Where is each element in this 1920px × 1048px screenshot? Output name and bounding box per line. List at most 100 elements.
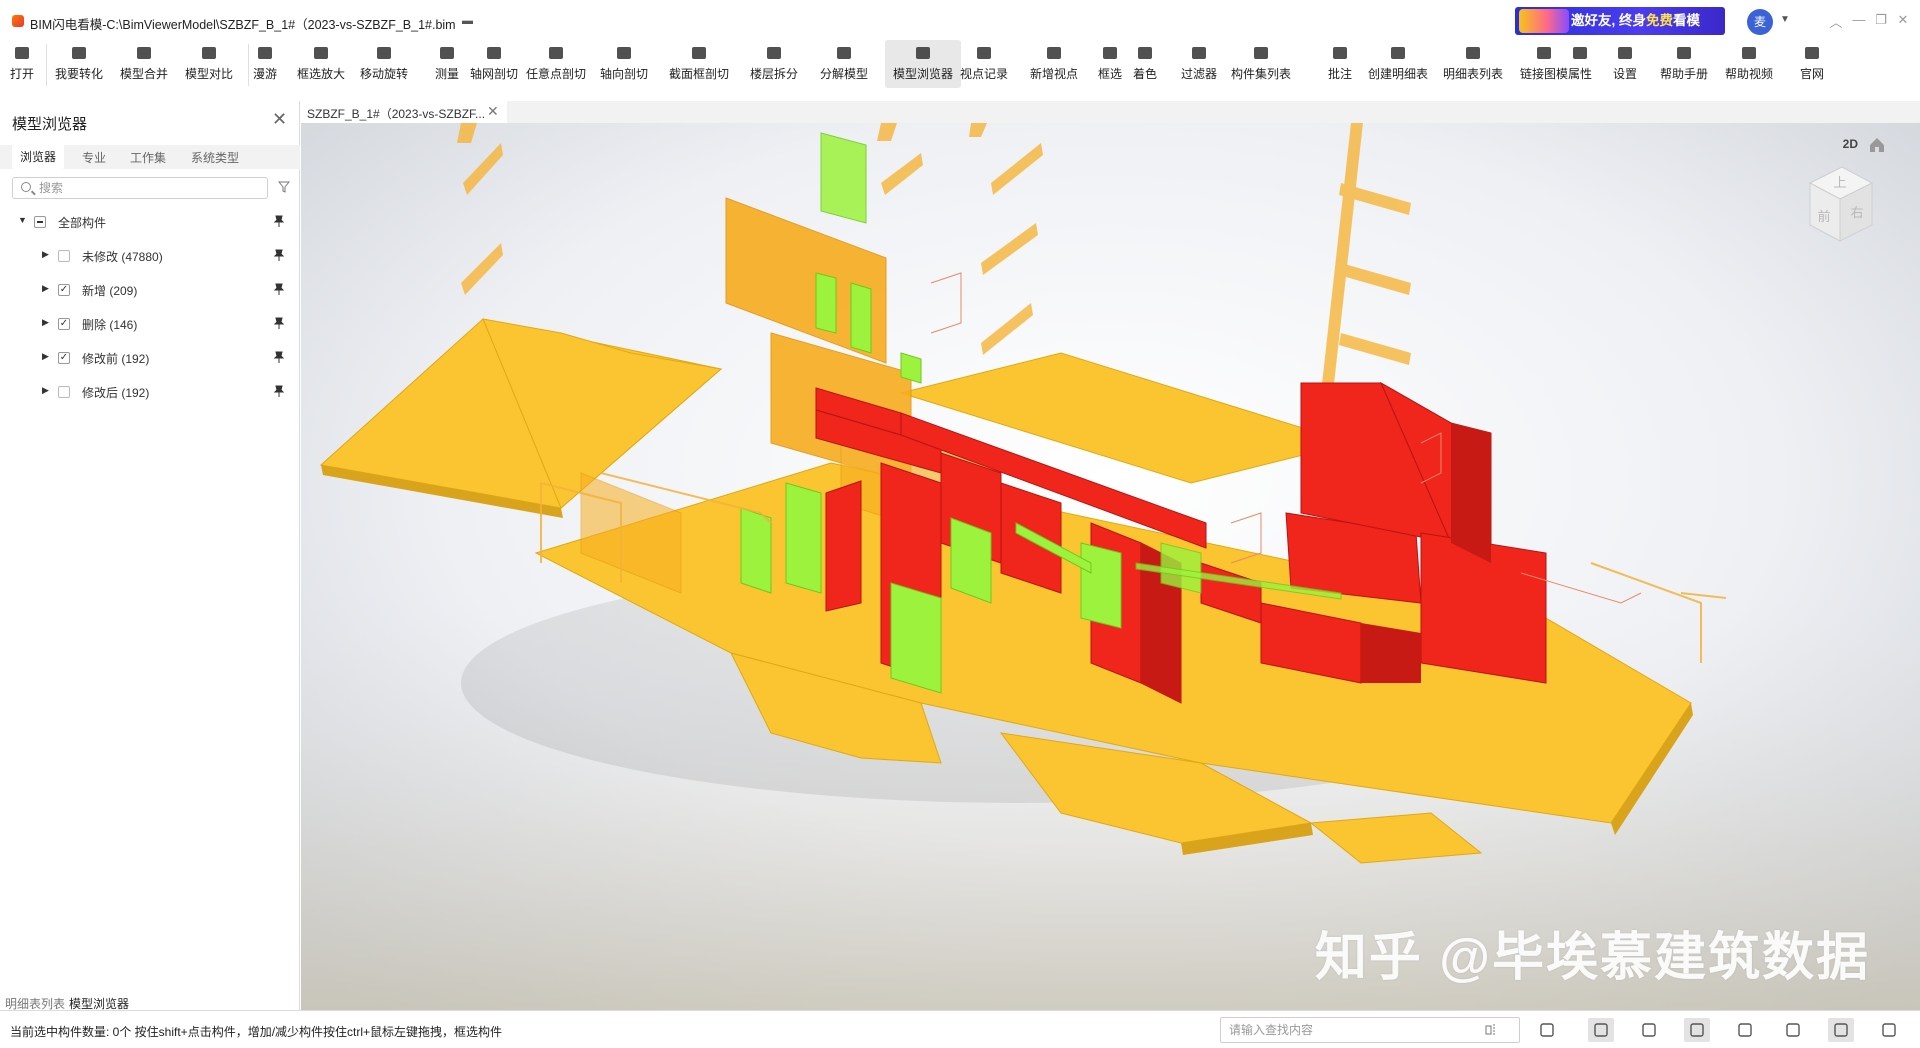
tree-row[interactable]: ▶ 删除 (146) (0, 313, 300, 335)
tree-row[interactable]: ▶ 新增 (209) (0, 279, 300, 301)
toolbar-button-23[interactable]: 明细表列表 (1440, 40, 1506, 88)
3d-viewport[interactable]: 2D 上 前 右 知乎 @毕埃慕建筑数据 (301, 123, 1920, 1010)
toolbar-button-0[interactable]: 打开 (0, 40, 44, 88)
tree-checkbox[interactable] (58, 318, 70, 330)
expand-right-icon[interactable]: ▶ (42, 317, 49, 328)
tree-checkbox[interactable] (34, 216, 46, 228)
pin-icon[interactable] (274, 215, 284, 227)
toolbar-button-1[interactable]: 我要转化 (50, 40, 108, 88)
toolbar-button-22[interactable]: 创建明细表 (1365, 40, 1431, 88)
fit-view-icon[interactable] (1588, 1018, 1614, 1042)
expand-right-icon[interactable]: ▶ (42, 283, 49, 294)
promo-banner[interactable]: 邀好友, 终身免费看模 (1515, 7, 1725, 35)
tab-system-types[interactable]: 系统类型 (191, 149, 239, 166)
pin-icon[interactable] (274, 351, 284, 363)
tree-row[interactable]: ▶ 修改前 (192) (0, 347, 300, 369)
info-icon (1573, 47, 1587, 59)
search-input[interactable] (39, 180, 259, 196)
minimize-icon[interactable]: — (1850, 12, 1868, 27)
save-icon[interactable]: ▬ (462, 15, 473, 27)
toolbar-button-26[interactable]: 设置 (1605, 40, 1645, 88)
avatar[interactable]: 麦 (1747, 9, 1773, 35)
toolbar-label: 帮助视频 (1724, 67, 1773, 81)
toolbar-button-7[interactable]: 测量 (425, 40, 469, 88)
tree-row[interactable]: ▶ 未修改 (47880) (0, 245, 300, 267)
restore-icon[interactable]: ❐ (1872, 12, 1890, 28)
tab-worksets[interactable]: 工作集 (130, 149, 166, 166)
filter-icon[interactable] (278, 181, 290, 193)
tree-row[interactable]: ▶ 修改后 (192) (0, 381, 300, 403)
cube-icon[interactable] (1876, 1018, 1902, 1042)
toolbar-button-28[interactable]: 帮助视频 (1720, 40, 1778, 88)
promo-prefix: 邀好友, 终身 (1571, 13, 1647, 28)
toolbar-button-8[interactable]: 轴网剖切 (465, 40, 523, 88)
expand-right-icon[interactable]: ▶ (42, 351, 49, 362)
toolbar-button-16[interactable]: 新增视点 (1025, 40, 1083, 88)
toolbar-button-17[interactable]: 框选 (1090, 40, 1130, 88)
annotate-icon (1333, 47, 1347, 59)
toolbar-button-29[interactable]: 官网 (1790, 40, 1834, 88)
toolbar-button-19[interactable]: 过滤器 (1170, 40, 1228, 88)
expand-right-icon[interactable]: ▶ (42, 249, 49, 260)
toolbar-button-12[interactable]: 楼层拆分 (745, 40, 803, 88)
grid-icon-glyph (1690, 1023, 1704, 1037)
tree-row[interactable]: ▼ 全部构件 (0, 211, 300, 233)
toolbar-button-10[interactable]: 轴向剖切 (595, 40, 653, 88)
chevron-down-icon[interactable]: ▼ (1780, 14, 1790, 25)
expand-down-icon[interactable]: ▼ (18, 215, 27, 225)
toolbar-button-13[interactable]: 分解模型 (815, 40, 873, 88)
toolbar-button-21[interactable]: 批注 (1320, 40, 1360, 88)
tree-checkbox[interactable] (58, 352, 70, 364)
close-icon[interactable]: ✕ (272, 109, 287, 130)
toolbar-button-6[interactable]: 移动旋转 (355, 40, 413, 88)
toolbar-label: 新增视点 (1029, 67, 1078, 81)
collapse-icon[interactable]: ︿ (1827, 12, 1845, 31)
convert-icon (72, 47, 86, 59)
toolbar-button-25[interactable]: 属性 (1560, 40, 1600, 88)
tree-checkbox[interactable] (58, 284, 70, 296)
toolbar-button-9[interactable]: 任意点剖切 (525, 40, 587, 88)
toolbar-button-18[interactable]: 着色 (1125, 40, 1165, 88)
pin-icon[interactable] (274, 317, 284, 329)
toolbar-label: 设置 (1612, 67, 1637, 81)
find-input[interactable] (1229, 1022, 1479, 1038)
pin-icon[interactable] (274, 249, 284, 261)
expand-right-icon[interactable]: ▶ (42, 385, 49, 396)
search-box (12, 177, 268, 199)
toolbar-button-15[interactable]: 视点记录 (955, 40, 1013, 88)
split-search-icon[interactable] (1485, 1023, 1499, 1037)
toolbar-button-5[interactable]: 框选放大 (292, 40, 350, 88)
toolbar-button-27[interactable]: 帮助手册 (1655, 40, 1713, 88)
map-icon[interactable] (1534, 1018, 1560, 1042)
close-icon[interactable]: ✕ (1894, 12, 1912, 28)
document-tab[interactable]: SZBZF_B_1#（2023-vs-SZBZF... ✕ (301, 101, 507, 123)
toolbar-button-2[interactable]: 模型合并 (115, 40, 173, 88)
status-bar: 当前选中构件数量: 0个 按住shift+点击构件，增加/减少构件按住ctrl+… (0, 1010, 1920, 1048)
promo-highlight: 免费 (1646, 13, 1674, 28)
toolbar-button-11[interactable]: 截面框剖切 (665, 40, 733, 88)
layers-icon[interactable] (1636, 1018, 1662, 1042)
info-icon[interactable] (1732, 1018, 1758, 1042)
pin-icon[interactable] (274, 385, 284, 397)
status-text: 当前选中构件数量: 0个 按住shift+点击构件，增加/减少构件按住ctrl+… (10, 1025, 503, 1039)
view-cube[interactable]: 上 前 右 (1802, 161, 1878, 247)
title-bar: BIM闪电看模-C:\BimViewerModel\SZBZF_B_1#（202… (0, 0, 1920, 40)
tree-label: 全部构件 (58, 216, 107, 230)
toolbar-button-14[interactable]: 模型浏览器 (885, 40, 961, 88)
hatch-icon[interactable] (1780, 1018, 1806, 1042)
toolbar-separator (248, 44, 249, 86)
tab-discipline[interactable]: 专业 (82, 149, 106, 166)
toolbar-button-4[interactable]: 漫游 (245, 40, 285, 88)
toolbar-button-20[interactable]: 构件集列表 (1225, 40, 1297, 88)
tree-checkbox[interactable] (58, 386, 70, 398)
close-icon[interactable]: ✕ (487, 103, 499, 120)
tree-checkbox[interactable] (58, 250, 70, 262)
tab-browser[interactable]: 浏览器 (12, 145, 65, 169)
grid-icon[interactable] (1684, 1018, 1710, 1042)
toolbar-button-3[interactable]: 模型对比 (180, 40, 238, 88)
view-2d-toggle[interactable]: 2D (1843, 137, 1858, 151)
toolbar-label: 着色 (1132, 67, 1157, 81)
home-icon[interactable] (1868, 136, 1886, 154)
edit-icon[interactable] (1828, 1018, 1854, 1042)
pin-icon[interactable] (274, 283, 284, 295)
